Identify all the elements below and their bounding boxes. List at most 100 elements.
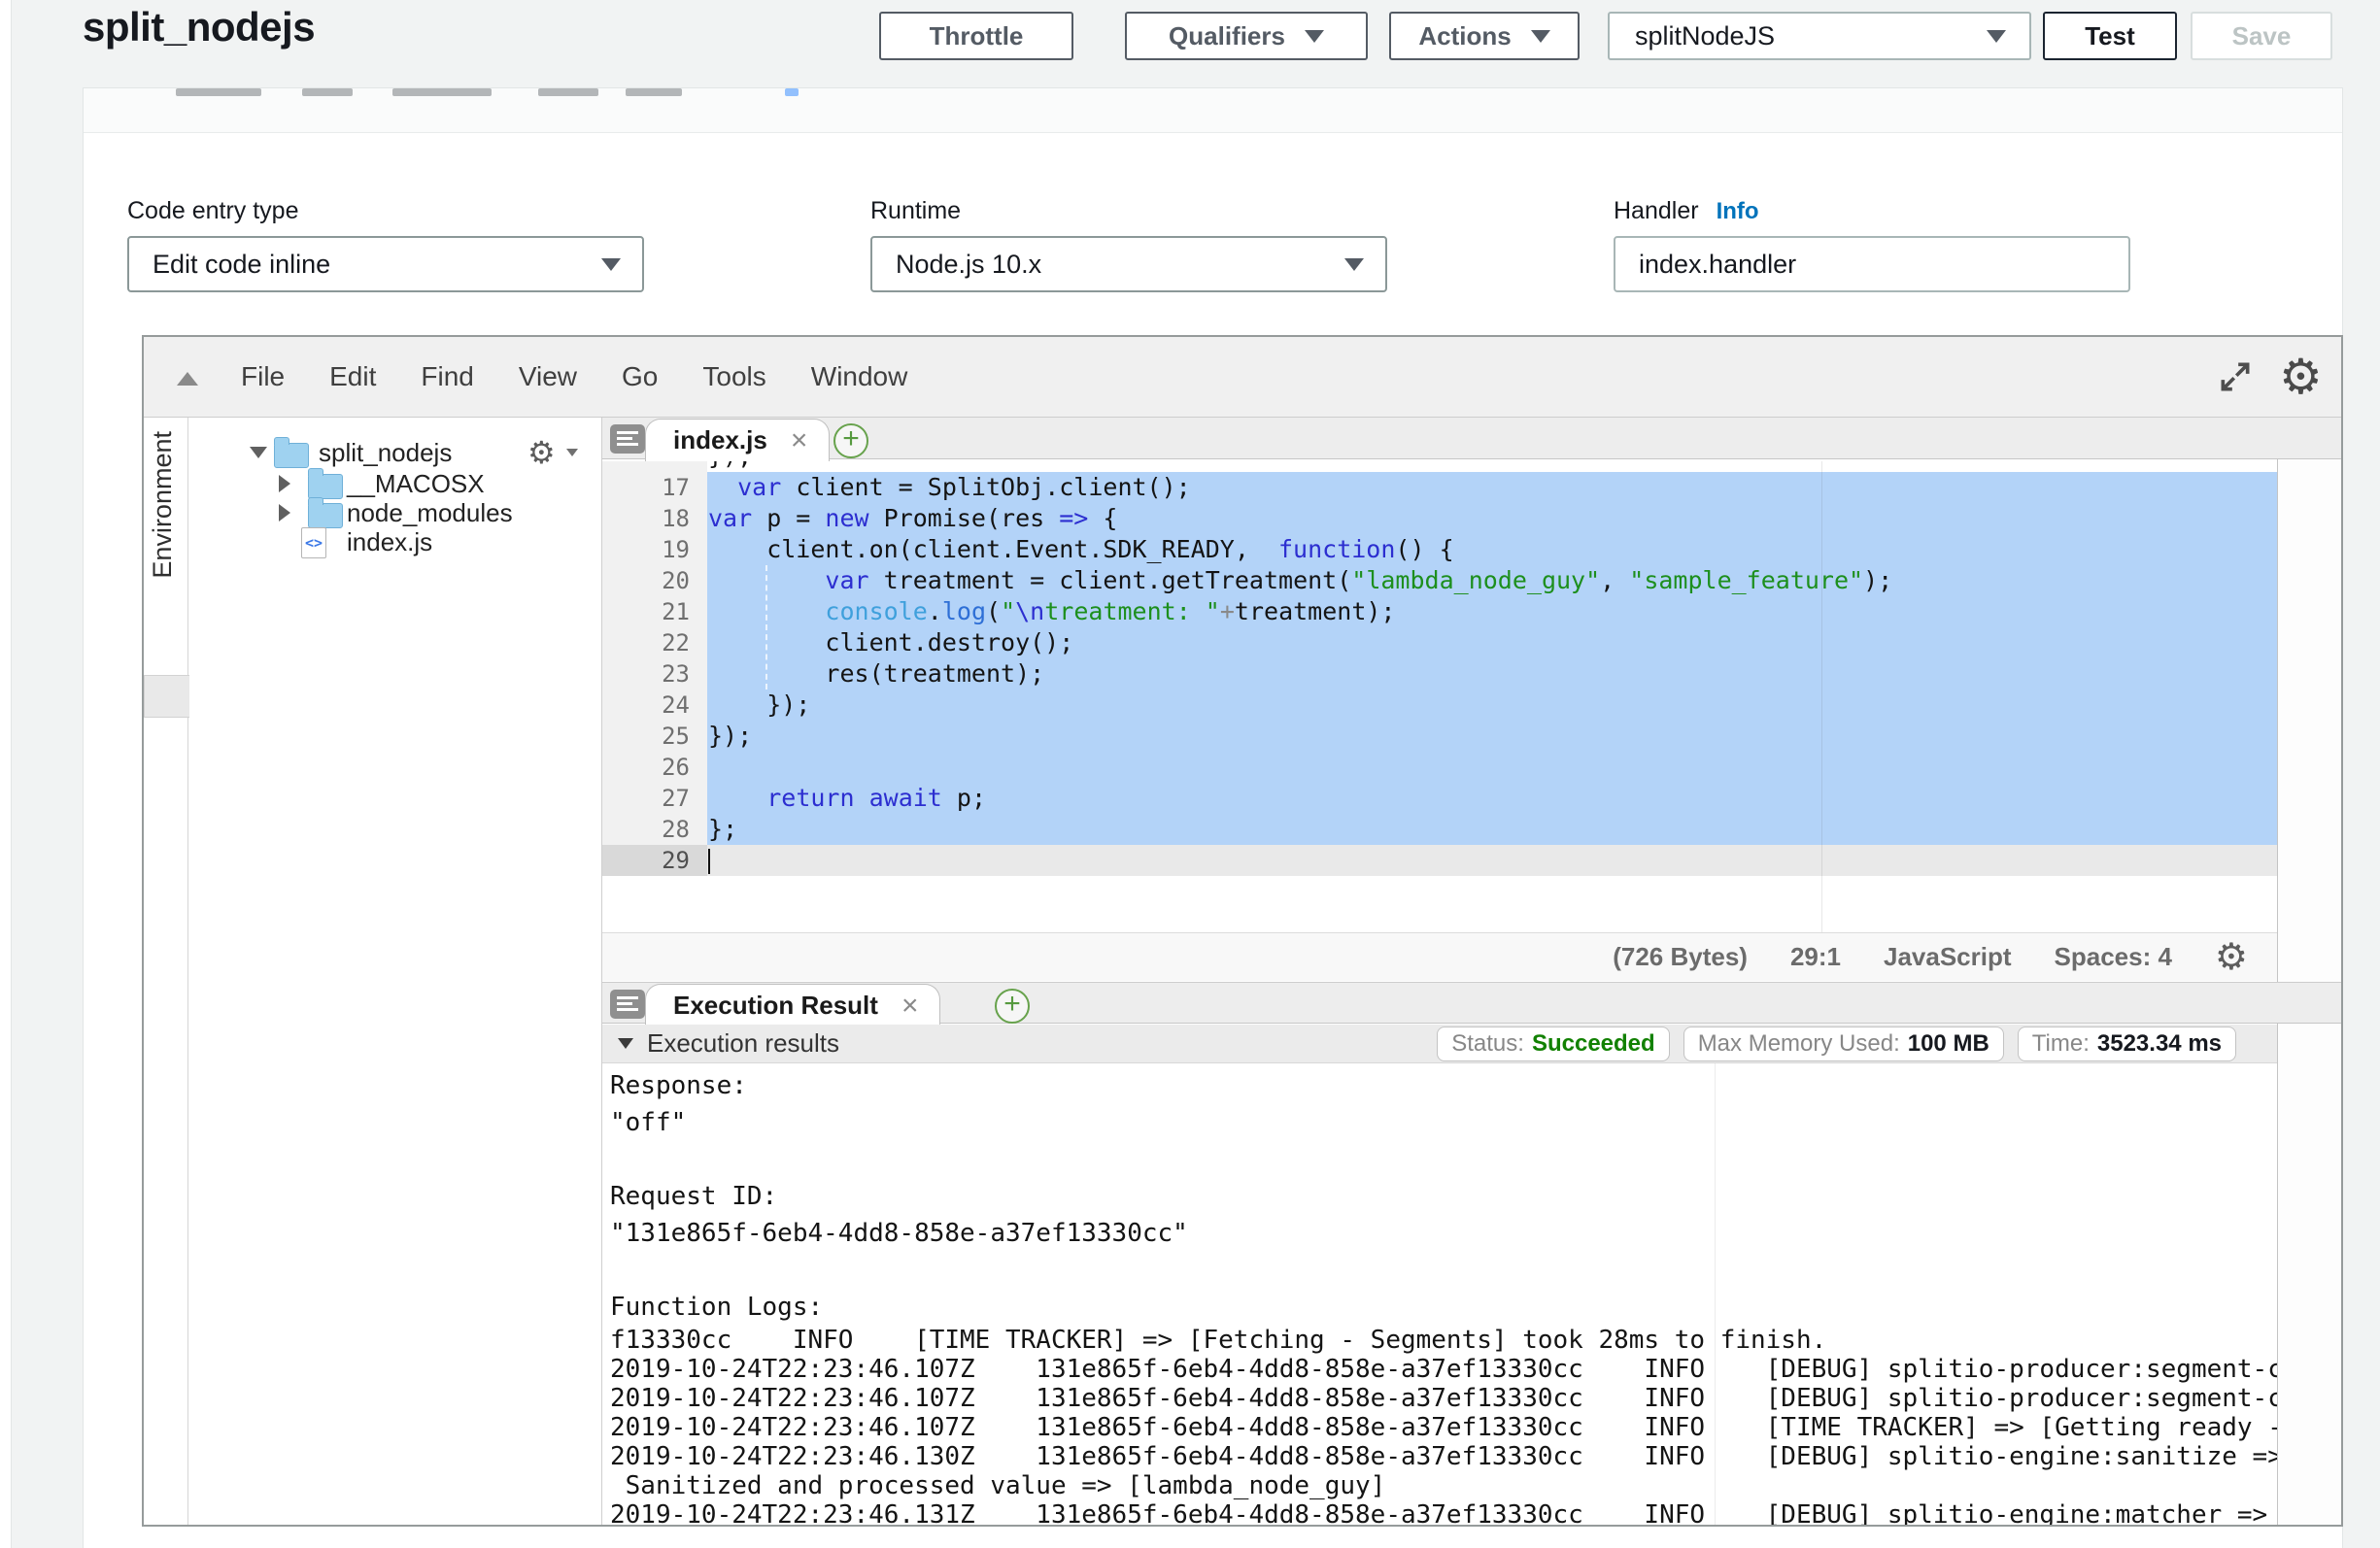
language-mode[interactable]: JavaScript (1884, 942, 2012, 972)
test-button[interactable]: Test (2043, 12, 2177, 60)
chevron-down-icon (601, 258, 621, 271)
code-line-clipped[interactable]: }); (602, 461, 2277, 472)
line-number: 29 (602, 845, 707, 876)
tab-execution-result[interactable]: Execution Result × (645, 984, 940, 1026)
test-button-label: Test (2085, 21, 2135, 51)
environment-tab-label: Environment (148, 431, 178, 579)
result-output-line: Response: (610, 1067, 2277, 1104)
execution-badges: Status:SucceededMax Memory Used:100 MBTi… (1437, 1026, 2277, 1061)
code-entry-type-select[interactable]: Edit code inline (127, 236, 644, 292)
code-line-content: res(treatment); (707, 658, 2277, 690)
line-number: 23 (602, 658, 707, 690)
runtime-select[interactable]: Node.js 10.x (870, 236, 1387, 292)
tree-item-split-nodejs[interactable]: split_nodejs ⚙ (189, 437, 601, 468)
tree-item-label: split_nodejs (319, 438, 452, 468)
menu-item-edit[interactable]: Edit (329, 361, 376, 392)
function-log-line: 2019-10-24T22:23:46.107Z 131e865f-6eb4-4… (610, 1384, 2277, 1413)
menu-item-file[interactable]: File (241, 361, 285, 392)
result-output-line: Function Logs: (610, 1289, 2277, 1326)
code-line-29[interactable]: 29 (602, 845, 2277, 876)
tree-item-index-js[interactable]: <>index.js (189, 526, 601, 557)
code-line-19[interactable]: 19 client.on(client.Event.SDK_READY, fun… (602, 534, 2277, 565)
code-line-content: client.destroy(); (707, 627, 2277, 658)
editor-tab-bar: index.js × + (602, 418, 2341, 459)
tab-execution-result-label: Execution Result (673, 991, 878, 1021)
tree-settings-gear-icon[interactable]: ⚙ (527, 437, 556, 468)
tree-item--macosx[interactable]: __MACOSX (189, 468, 601, 499)
new-tab-plus-icon[interactable]: + (995, 989, 1030, 1024)
actions-dropdown-button[interactable]: Actions (1389, 12, 1580, 60)
chevron-down-icon (1305, 30, 1324, 43)
code-line-25[interactable]: 25}); (602, 721, 2277, 752)
page-title: split_nodejs (83, 4, 315, 50)
function-log-line: f13330cc INFO [TIME TRACKER] => [Fetchin… (610, 1326, 2277, 1355)
handler-label-row: HandlerInfo (1614, 197, 1759, 225)
code-line-21[interactable]: 21 console.log("\ntreatment: "+treatment… (602, 596, 2277, 627)
alias-select[interactable]: splitNodeJS (1608, 12, 2031, 60)
status-badge: Status:Succeeded (1437, 1026, 1669, 1061)
menu-item-tools[interactable]: Tools (702, 361, 765, 392)
menu-item-go[interactable]: Go (622, 361, 658, 392)
code-line-17[interactable]: 17 var client = SplitObj.client(); (602, 472, 2277, 503)
cursor-position[interactable]: 29:1 (1790, 942, 1841, 972)
runtime-value: Node.js 10.x (896, 250, 1041, 280)
line-number: 21 (602, 596, 707, 627)
status-bar-gear-icon[interactable]: ⚙ (2215, 935, 2248, 979)
cloud9-editor: File Edit Find View Go Tools Window ⚙ Environm… (142, 335, 2343, 1527)
disclosure-triangle-icon[interactable] (618, 1038, 633, 1049)
runtime-label: Runtime (870, 197, 961, 225)
collapse-menubar-icon[interactable] (177, 372, 198, 386)
chevron-down-icon (1987, 30, 2006, 43)
bytes-count[interactable]: (726 Bytes) (1613, 942, 1748, 972)
tab-index-js[interactable]: index.js × (645, 419, 830, 461)
qualifiers-dropdown-button[interactable]: Qualifiers (1125, 12, 1368, 60)
code-line-27[interactable]: 27 return await p; (602, 783, 2277, 814)
chevron-down-icon (1531, 30, 1550, 43)
folder-icon (274, 443, 309, 468)
handler-input[interactable]: index.handler (1614, 236, 2130, 292)
indent-guide (765, 565, 767, 690)
code-line-28[interactable]: 28}; (602, 814, 2277, 845)
environment-sidebar-tab[interactable]: Environment (144, 418, 188, 1525)
new-tab-plus-icon[interactable]: + (833, 423, 868, 458)
fullscreen-expand-icon[interactable] (2217, 358, 2254, 395)
chevron-down-icon (1344, 258, 1364, 271)
code-line-content (707, 845, 2277, 876)
tree-expand-icon[interactable] (279, 504, 290, 522)
tab-list-icon[interactable] (610, 990, 645, 1019)
result-output-line: "off" (610, 1104, 2277, 1141)
result-output-line: "131e865f-6eb4-4dd8-858e-a37ef13330cc" (610, 1215, 2277, 1252)
time-badge: Time:3523.34 ms (2018, 1026, 2236, 1061)
handler-info-link[interactable]: Info (1717, 198, 1759, 224)
menu-item-window[interactable]: Window (811, 361, 908, 392)
save-button-disabled[interactable]: Save (2191, 12, 2332, 60)
tab-list-icon[interactable] (610, 424, 645, 454)
tree-collapse-icon[interactable] (250, 447, 267, 458)
indent-setting[interactable]: Spaces: 4 (2055, 942, 2172, 972)
code-line-18[interactable]: 18var p = new Promise(res => { (602, 503, 2277, 534)
menu-item-find[interactable]: Find (421, 361, 473, 392)
qualifiers-button-label: Qualifiers (1169, 21, 1285, 51)
tree-item-node-modules[interactable]: node_modules (189, 497, 601, 528)
code-line-content (707, 752, 2277, 783)
code-entry-type-label: Code entry type (127, 197, 299, 225)
code-line-20[interactable]: 20 var treatment = client.getTreatment("… (602, 565, 2277, 596)
close-icon[interactable]: × (901, 992, 919, 1021)
menu-item-view[interactable]: View (519, 361, 577, 392)
tree-expand-icon[interactable] (279, 475, 290, 492)
code-editor-area[interactable]: });17 var client = SplitObj.client();18v… (602, 461, 2277, 932)
editor-status-bar: (726 Bytes) 29:1 JavaScript Spaces: 4 ⚙ (602, 932, 2277, 981)
line-number: 19 (602, 534, 707, 565)
code-line-content: var treatment = client.getTreatment("lam… (707, 565, 2277, 596)
editor-settings-gear-icon[interactable]: ⚙ (2279, 343, 2323, 411)
code-line-23[interactable]: 23 res(treatment); (602, 658, 2277, 690)
code-line-22[interactable]: 22 client.destroy(); (602, 627, 2277, 658)
result-output-line: Request ID: (610, 1178, 2277, 1215)
code-line-26[interactable]: 26 (602, 752, 2277, 783)
close-icon[interactable]: × (791, 426, 808, 455)
text-cursor (708, 849, 710, 874)
execution-results-output[interactable]: Response:"off" Request ID:"131e865f-6eb4-… (602, 1063, 2277, 1525)
code-line-24[interactable]: 24 }); (602, 690, 2277, 721)
throttle-button[interactable]: Throttle (879, 12, 1073, 60)
function-log-line: 2019-10-24T22:23:46.107Z 131e865f-6eb4-4… (610, 1355, 2277, 1384)
